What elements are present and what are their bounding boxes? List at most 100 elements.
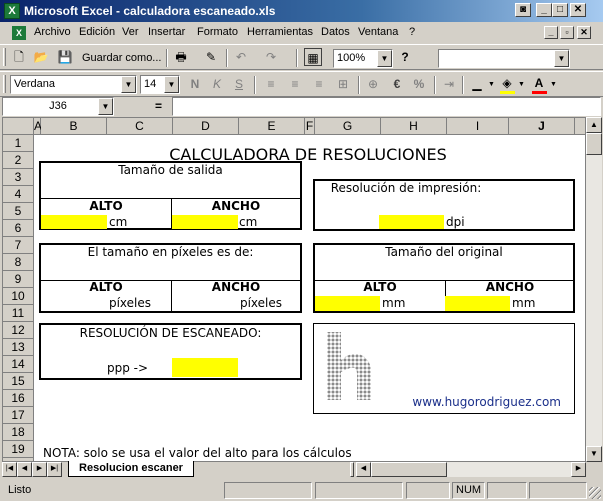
- indent-icon[interactable]: ⇥: [440, 75, 458, 93]
- row-header-10[interactable]: 10: [3, 288, 34, 305]
- column-header-g[interactable]: G: [315, 118, 381, 135]
- caption-extra-icon[interactable]: ◙: [515, 3, 531, 17]
- column-header-d[interactable]: D: [173, 118, 239, 135]
- menu-edicion[interactable]: Edición: [79, 26, 115, 38]
- original-alto-input[interactable]: [315, 296, 380, 311]
- chevron-down-icon[interactable]: ▼: [550, 81, 557, 88]
- next-sheet-button[interactable]: ▶: [32, 462, 47, 477]
- font-color-icon[interactable]: A: [530, 74, 548, 92]
- fill-color-icon[interactable]: ◈: [498, 74, 516, 92]
- open-folder-icon[interactable]: 📂: [32, 48, 50, 66]
- scroll-up-icon[interactable]: ▲: [586, 117, 602, 133]
- row-header-19[interactable]: 19: [3, 441, 34, 458]
- zoom-select[interactable]: 100% ▼: [333, 49, 393, 68]
- font-name-select[interactable]: Verdana ▼: [10, 75, 137, 94]
- toolbar-grip[interactable]: [3, 48, 6, 66]
- format-painter-icon[interactable]: ✎: [202, 48, 220, 66]
- close-button[interactable]: ✕: [570, 3, 586, 17]
- align-center-icon[interactable]: ≡: [286, 75, 304, 93]
- row-header-12[interactable]: 12: [3, 322, 34, 339]
- vertical-scrollbar[interactable]: ▲ ▼: [586, 117, 602, 462]
- menu-datos[interactable]: Datos: [321, 26, 350, 38]
- toolbar-grip[interactable]: [3, 75, 6, 93]
- scroll-down-icon[interactable]: ▼: [586, 446, 602, 462]
- undo-icon[interactable]: ↶: [232, 48, 250, 66]
- prev-sheet-button[interactable]: ◀: [17, 462, 32, 477]
- last-sheet-button[interactable]: ▶|: [47, 462, 62, 477]
- merge-center-icon[interactable]: ⊞: [334, 75, 352, 93]
- row-header-9[interactable]: 9: [3, 271, 34, 288]
- row-header-1[interactable]: 1: [3, 135, 34, 152]
- menu-ver[interactable]: Ver: [122, 26, 139, 38]
- scan-resolution-output[interactable]: [172, 358, 238, 377]
- column-header-e[interactable]: E: [239, 118, 305, 135]
- redo-icon[interactable]: ↷: [262, 48, 280, 66]
- workbook-icon[interactable]: X: [12, 26, 26, 40]
- excel-app-icon[interactable]: X: [4, 3, 20, 19]
- percent-icon[interactable]: %: [410, 75, 428, 93]
- row-header-7[interactable]: 7: [3, 237, 34, 254]
- scroll-right-icon[interactable]: ▶: [571, 462, 586, 477]
- italic-button[interactable]: K: [208, 75, 226, 93]
- save-icon[interactable]: 💾: [56, 48, 74, 66]
- chevron-down-icon[interactable]: ▼: [164, 76, 179, 93]
- column-header-h[interactable]: H: [381, 118, 447, 135]
- tab-split-handle[interactable]: [350, 462, 354, 477]
- scroll-left-icon[interactable]: ◀: [356, 462, 371, 477]
- menu-formato[interactable]: Formato: [197, 26, 238, 38]
- row-header-17[interactable]: 17: [3, 407, 34, 424]
- menu-insertar[interactable]: Insertar: [148, 26, 185, 38]
- chart-wizard-icon[interactable]: ▦: [304, 48, 322, 66]
- menu-herramientas[interactable]: Herramientas: [247, 26, 313, 38]
- select-all-corner[interactable]: [3, 118, 34, 135]
- name-box[interactable]: J36 ▼: [2, 97, 114, 116]
- row-header-18[interactable]: 18: [3, 424, 34, 441]
- align-right-icon[interactable]: ≡: [310, 75, 328, 93]
- horizontal-scroll-thumb[interactable]: [371, 462, 447, 477]
- maximize-button[interactable]: □: [552, 3, 568, 17]
- chevron-down-icon[interactable]: ▼: [554, 50, 569, 67]
- chevron-down-icon[interactable]: ▼: [488, 81, 495, 88]
- row-header-2[interactable]: 2: [3, 152, 34, 169]
- column-header-i[interactable]: I: [447, 118, 509, 135]
- website-link[interactable]: www.hugorodriguez.com: [383, 395, 561, 409]
- column-header-j[interactable]: J: [509, 118, 575, 135]
- row-header-4[interactable]: 4: [3, 186, 34, 203]
- vertical-scroll-thumb[interactable]: [586, 133, 602, 155]
- output-alto-input[interactable]: [41, 215, 107, 229]
- row-header-3[interactable]: 3: [3, 169, 34, 186]
- chevron-down-icon[interactable]: ▼: [121, 76, 136, 93]
- menu-archivo[interactable]: Archivo: [34, 26, 71, 38]
- chevron-down-icon[interactable]: ▼: [518, 81, 525, 88]
- worksheet-grid[interactable]: A B C D E F G H I J 1 2 3 4 5 6 7 8 9 10…: [2, 117, 586, 462]
- doc-minimize-button[interactable]: _: [544, 26, 558, 39]
- font-size-select[interactable]: 14 ▼: [140, 75, 180, 94]
- bold-button[interactable]: N: [186, 75, 204, 93]
- row-header-11[interactable]: 11: [3, 305, 34, 322]
- column-header-c[interactable]: C: [107, 118, 173, 135]
- print-resolution-input[interactable]: [379, 215, 444, 229]
- euro-format-icon[interactable]: ⊕: [364, 75, 382, 93]
- save-as-button[interactable]: Guardar como...: [82, 52, 161, 64]
- row-header-5[interactable]: 5: [3, 203, 34, 220]
- new-file-icon[interactable]: 🗋: [10, 48, 28, 66]
- horizontal-scrollbar[interactable]: ◀ ▶: [356, 462, 586, 477]
- underline-button[interactable]: S: [230, 75, 248, 93]
- row-header-15[interactable]: 15: [3, 373, 34, 390]
- row-header-13[interactable]: 13: [3, 339, 34, 356]
- row-header-6[interactable]: 6: [3, 220, 34, 237]
- align-left-icon[interactable]: ≡: [262, 75, 280, 93]
- row-header-14[interactable]: 14: [3, 356, 34, 373]
- formula-input[interactable]: [172, 97, 601, 116]
- first-sheet-button[interactable]: |◀: [2, 462, 17, 477]
- column-header-k[interactable]: [575, 118, 585, 135]
- print-icon[interactable]: 🖶: [172, 48, 190, 66]
- menu-ventana[interactable]: Ventana: [358, 26, 398, 38]
- column-header-f[interactable]: F: [305, 118, 315, 135]
- minimize-button[interactable]: _: [536, 3, 552, 17]
- borders-icon[interactable]: ▁: [468, 75, 486, 93]
- chevron-down-icon[interactable]: ▼: [98, 98, 113, 115]
- output-ancho-input[interactable]: [172, 215, 238, 229]
- row-header-16[interactable]: 16: [3, 390, 34, 407]
- doc-restore-button[interactable]: ▫: [560, 26, 574, 39]
